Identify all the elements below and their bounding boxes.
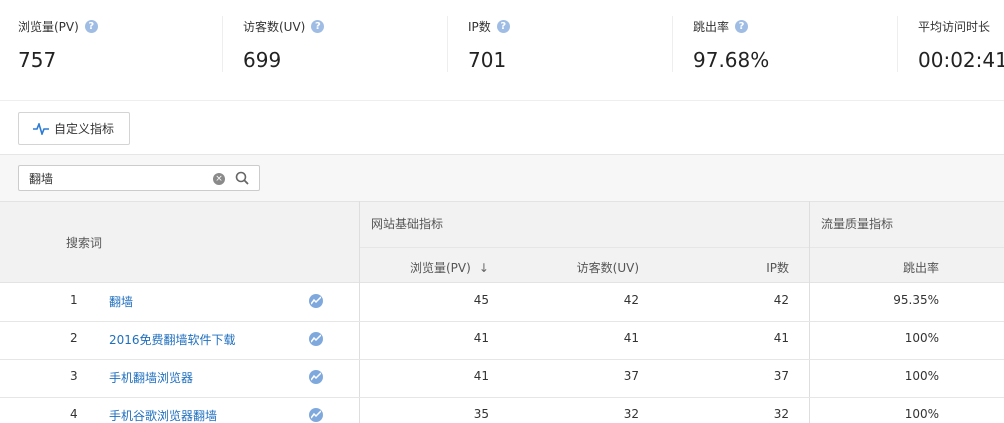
metric-bounce-rate: 跳出率? 97.68% [675,0,898,101]
clear-icon[interactable]: × [213,173,225,185]
question-icon[interactable]: ? [84,20,98,33]
metric-value: 701 [468,48,507,72]
cell-ip: 37 [773,369,789,383]
trend-icon[interactable] [309,370,323,384]
metric-value: 97.68% [693,48,770,72]
metric-value: 757 [18,48,57,72]
column-pv-label: 浏览量(PV) [410,261,471,275]
trend-icon[interactable] [309,408,323,422]
cell-pv: 41 [473,369,489,383]
column-ip[interactable]: IP数 [690,259,789,276]
cell-bounce: 100% [904,331,939,345]
metric-uv: 访客数(UV)? 699 [225,0,448,101]
cell-ip: 32 [773,407,789,421]
column-bounce[interactable]: 跳出率 [840,259,939,276]
divider [447,16,448,72]
metric-avg-duration: 平均访问时长 00:02:41 [900,0,1004,101]
question-icon[interactable]: ? [496,20,510,33]
divider [222,16,223,72]
cell-pv: 35 [473,407,489,421]
cell-uv: 32 [623,407,639,421]
cell-ip: 41 [773,331,789,345]
data-table: 搜索词 网站基础指标 流量质量指标 浏览量(PV) ↓ 访客数(UV) IP数 跳… [0,201,1004,423]
divider [672,16,673,72]
trend-icon[interactable] [309,294,323,308]
toolbar: 自定义指标 [0,101,1004,155]
cell-bounce: 95.35% [893,293,939,307]
column-pv[interactable]: 浏览量(PV) ↓ [410,259,489,276]
cell-ip: 42 [773,293,789,307]
row-index: 3 [70,369,78,383]
row-index: 1 [70,293,78,307]
metric-label: 访客数(UV) [243,20,306,34]
cell-bounce: 100% [904,369,939,383]
keyword-link[interactable]: 翻墙 [109,293,133,310]
search-box: × [18,165,260,191]
keyword-link[interactable]: 手机翻墙浏览器 [109,369,193,386]
trend-icon[interactable] [309,332,323,346]
pulse-icon [33,122,49,135]
column-uv[interactable]: 访客数(UV) [540,259,639,276]
keyword-link[interactable]: 手机谷歌浏览器翻墙 [109,407,217,423]
row-index: 4 [70,407,78,421]
search-icon[interactable] [235,171,249,185]
divider [897,16,898,72]
cell-pv: 41 [473,331,489,345]
header-quality-metrics: 流量质量指标 [821,217,894,231]
metric-value: 699 [243,48,282,72]
metric-value: 00:02:41 [918,48,1004,72]
cell-uv: 37 [623,369,639,383]
metric-pv: 浏览量(PV)? 757 [0,0,223,101]
cell-pv: 45 [473,293,489,307]
header-keyword: 搜索词 [66,236,103,250]
search-bar: × [0,155,1004,201]
custom-metrics-label: 自定义指标 [54,122,115,136]
row-index: 2 [70,331,78,345]
sort-down-icon[interactable]: ↓ [479,261,489,275]
custom-metrics-button[interactable]: 自定义指标 [18,112,130,145]
metrics-summary: 浏览量(PV)? 757 访客数(UV)? 699 IP数? 701 跳出率? … [0,0,1004,101]
header-basic-metrics: 网站基础指标 [371,217,444,231]
cell-uv: 42 [623,293,639,307]
keyword-link[interactable]: 2016免费翻墙软件下载 [109,331,236,348]
metric-label: 浏览量(PV) [18,20,79,34]
metric-label: 跳出率 [693,20,730,34]
table-header: 搜索词 网站基础指标 流量质量指标 浏览量(PV) ↓ 访客数(UV) IP数 跳… [0,201,1004,283]
question-icon[interactable]: ? [735,20,749,33]
metric-ip: IP数? 701 [450,0,673,101]
metric-label: IP数 [468,20,491,34]
search-input[interactable] [19,166,209,190]
metric-label: 平均访问时长 [918,20,991,34]
cell-bounce: 100% [904,407,939,421]
cell-uv: 41 [623,331,639,345]
question-icon[interactable]: ? [311,20,325,33]
